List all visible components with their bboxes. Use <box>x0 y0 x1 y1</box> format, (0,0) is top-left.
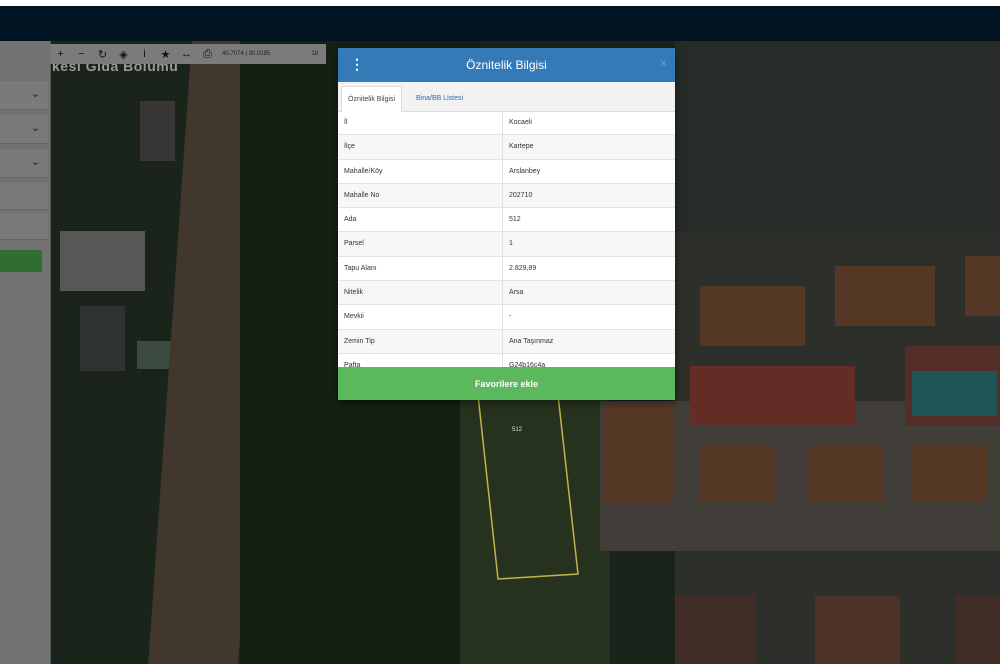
sidebar-dropdown[interactable]: ⌄ <box>0 115 48 144</box>
table-row: Tapu Alanı 2.829,89 <box>338 256 675 282</box>
parcel-label: 512 <box>512 427 523 433</box>
row-value: Arsa <box>509 289 524 297</box>
refresh-icon[interactable]: ↻ <box>92 44 113 64</box>
chevron-down-icon: ⌄ <box>30 122 40 134</box>
table-row: Mevkii - <box>338 305 675 330</box>
row-value: Kocaeli <box>509 119 532 126</box>
row-key: Zemin Tip <box>338 329 503 353</box>
table-row: Mahalle/Köy Arslanbey <box>338 159 675 184</box>
row-value: 1 <box>509 240 513 248</box>
sidebar-field[interactable] <box>0 213 48 240</box>
info-icon[interactable]: i <box>134 44 155 64</box>
row-key: Nitelik <box>338 281 503 305</box>
star-icon[interactable]: ★ <box>155 44 176 64</box>
row-value: 2.829,89 <box>509 264 537 272</box>
locate-icon[interactable]: ◈ <box>113 44 134 64</box>
table-row: Ada 512 <box>338 208 675 233</box>
chevron-down-icon: ⌄ <box>30 88 40 100</box>
dialog-title: Öznitelik Bilgisi <box>466 58 547 72</box>
table-row: Parsel 1 <box>338 232 675 257</box>
dialog-header: ⋮ Öznitelik Bilgisi × <box>338 48 675 82</box>
row-key: Tapu Alanı <box>338 256 503 281</box>
row-key: Ada <box>338 208 503 232</box>
row-value: 202710 <box>509 191 533 199</box>
chevron-down-icon: ⌄ <box>30 156 40 168</box>
zoom-in-icon[interactable]: + <box>50 44 71 64</box>
map-toolbar: + − ↻ ◈ i ★ ↔ ⎙ 40.7074 | 30.0285 18 <box>50 44 326 64</box>
coordinate-readout: 40.7074 | 30.0285 <box>222 51 271 57</box>
row-key: Mevkii <box>338 305 503 329</box>
table-row: Zemin Tip Ana Taşınmaz <box>338 329 675 354</box>
sidebar-field[interactable] <box>0 183 48 210</box>
measure-icon[interactable]: ↔ <box>176 44 197 64</box>
sidebar-dropdown[interactable]: ⌄ <box>0 81 48 110</box>
row-key: İlçe <box>338 135 503 159</box>
attribute-info-dialog: ⋮ Öznitelik Bilgisi × Öznitelik Bilgisi … <box>338 48 675 400</box>
table-row: Mahalle No 202710 <box>338 183 675 209</box>
row-key: İl <box>338 111 503 135</box>
dialog-tabs: Öznitelik Bilgisi Bina/BB Listesi <box>338 82 675 112</box>
table-row: İl Kocaeli <box>338 111 675 136</box>
row-value: - <box>509 313 512 321</box>
parcel-outline[interactable] <box>477 394 579 580</box>
tab-attribute-info[interactable]: Öznitelik Bilgisi <box>341 86 403 112</box>
left-sidebar: ⌄ ⌄ ⌄ <box>0 41 51 664</box>
table-row: Nitelik Arsa <box>338 281 675 306</box>
tab-building-list[interactable]: Bina/BB Listesi <box>410 86 469 111</box>
print-icon[interactable]: ⎙ <box>197 44 218 64</box>
row-key: Mahalle No <box>338 183 503 208</box>
zoom-level: 18 <box>311 51 318 57</box>
table-row: İlçe Kartepe <box>338 135 675 160</box>
close-icon[interactable]: × <box>660 56 667 70</box>
sidebar-action-button[interactable] <box>0 250 42 272</box>
row-value: 512 <box>509 216 521 224</box>
row-value: Ana Taşınmaz <box>509 337 554 345</box>
attribute-table: İl Kocaeli İlçe Kartepe Mahalle/Köy Arslanb… <box>338 111 675 379</box>
row-value: Arslanbey <box>509 167 541 175</box>
row-key: Parsel <box>338 232 503 256</box>
zoom-out-icon[interactable]: − <box>71 44 92 64</box>
add-to-favorites-button[interactable]: Favorilere ekle <box>338 367 675 400</box>
row-key: Mahalle/Köy <box>338 159 503 183</box>
row-value: Kartepe <box>509 143 534 151</box>
sidebar-dropdown[interactable]: ⌄ <box>0 149 48 178</box>
top-navbar <box>0 6 1000 41</box>
